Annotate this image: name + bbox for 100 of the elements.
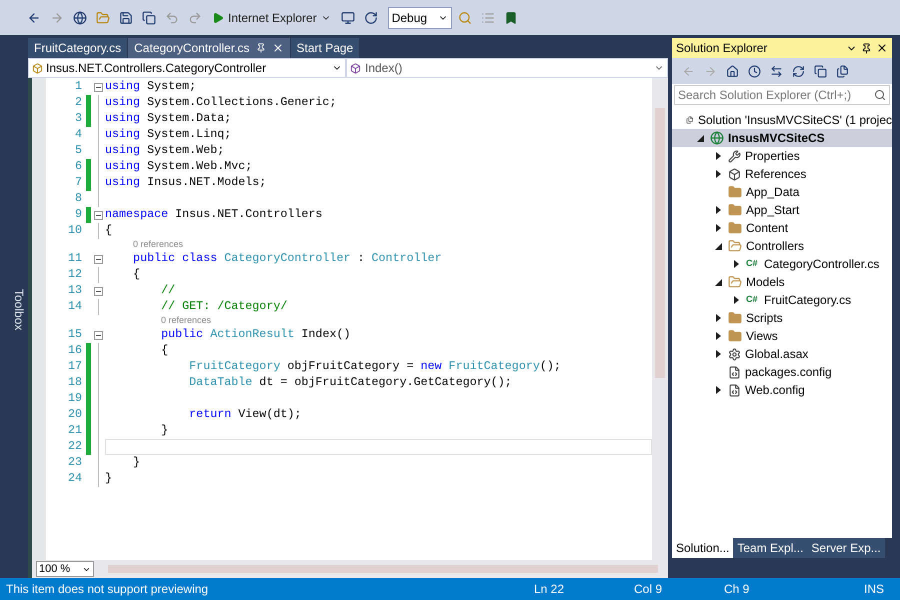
expanded-arrow-icon[interactable] [714,278,722,286]
horizontal-scrollbar[interactable] [108,565,658,573]
vertical-scrollbar[interactable] [652,78,668,560]
line-number: 14 [66,298,83,316]
tree-item[interactable]: InsusMVCSiteCS [672,129,892,147]
line-number: 15 [66,326,83,344]
folder-icon [728,221,742,235]
tree-item[interactable]: App_Data [672,183,892,201]
tree-item[interactable]: Solution 'InsusMVCSiteCS' (1 projec [672,111,892,129]
tree-item[interactable]: Models [672,273,892,291]
tree-item[interactable]: Global.asax [672,345,892,363]
tree-item[interactable]: Scripts [672,309,892,327]
code-line: using System.Linq; [105,126,232,144]
line-indicator: Ln 22 [534,581,566,598]
panel-title: Solution Explorer [676,40,768,57]
collapse-icon[interactable] [94,286,102,296]
collapsed-arrow-icon[interactable] [734,296,738,304]
search-icon[interactable] [874,89,886,101]
folder-icon [728,185,742,199]
type-dropdown[interactable]: Insus.NET.Controllers.CategoryController [29,59,345,77]
collapsed-arrow-icon[interactable] [716,314,720,322]
collapsed-arrow-icon[interactable] [716,152,720,160]
document-tab[interactable]: FruitCategory.cs [28,38,128,58]
config-file-icon [728,366,741,378]
line-number: 21 [66,422,83,440]
collapsed-arrow-icon[interactable] [734,260,738,268]
run-button[interactable]: Internet Explorer [208,8,335,26]
close-icon[interactable] [876,42,888,54]
collapsed-arrow-icon[interactable] [716,350,720,358]
folder-icon [728,275,742,289]
insert-mode-indicator: INS [864,581,886,598]
close-icon[interactable] [272,42,284,54]
folder-icon [728,203,742,217]
file-type-label: C# [746,257,759,270]
char-indicator: Ch 9 [724,581,750,598]
collapse-icon[interactable] [94,210,102,220]
document-tab[interactable]: CategoryController.cs [128,38,290,58]
tree-item[interactable]: C# CategoryController.cs [672,255,892,273]
code-line: { [132,266,140,284]
configuration-dropdown[interactable]: Debug [388,6,452,28]
references-hint[interactable]: 0 references [161,314,212,328]
line-number: 13 [66,282,83,300]
line-number: 17 [66,358,83,376]
config-file-icon [728,384,741,396]
code-line: } [105,470,112,488]
collapsed-arrow-icon[interactable] [716,386,720,394]
line-number: 11 [66,250,83,268]
collapse-icon[interactable] [94,82,102,92]
zoom-dropdown[interactable]: 100 % [36,561,94,577]
line-number: 20 [66,406,83,424]
toolbox-tab[interactable]: Toolbox [0,38,28,578]
pin-icon[interactable] [256,43,266,53]
references-hint[interactable]: 0 references [133,238,184,252]
tree-item[interactable]: App_Start [672,201,892,219]
collapsed-arrow-icon[interactable] [716,170,720,178]
collapse-icon[interactable] [94,330,102,340]
line-number: 8 [74,190,83,208]
code-line: using System.Collections.Generic; [105,94,336,112]
code-line: using System; [105,78,196,96]
status-message: This item does not support previewing [6,581,210,598]
globe-icon [710,131,724,145]
code-line: public ActionResult Index() [160,326,350,344]
line-number: 4 [74,126,83,144]
line-number: 19 [66,390,83,408]
line-number: 9 [74,206,83,224]
column-indicator: Col 9 [634,581,664,598]
collapsed-arrow-icon[interactable] [716,332,720,340]
panel-tab[interactable]: Team Expl... [733,538,808,558]
tree-item[interactable]: Controllers [672,237,892,255]
expanded-arrow-icon[interactable] [714,242,722,250]
gear-file-icon [728,348,741,360]
play-icon [212,12,224,24]
code-line: } [160,422,168,440]
tree-item[interactable]: Web.config [672,381,892,399]
tree-item[interactable]: Content [672,219,892,237]
code-line: // GET: /Category/ [160,298,288,316]
line-number: 7 [74,174,83,192]
panel-tab[interactable]: Solution... [672,538,734,558]
code-line: return View(dt); [188,406,302,424]
pin-icon[interactable] [861,42,872,54]
collapse-icon[interactable] [94,254,102,264]
line-number: 5 [74,142,83,160]
class-icon [32,62,43,74]
file-type-label: C# [746,293,759,306]
code-line: namespace Insus.NET.Controllers [105,206,322,224]
tree-item[interactable]: packages.config [672,363,892,381]
tree-item[interactable]: Views [672,327,892,345]
document-tab[interactable]: Start Page [290,38,360,58]
line-number: 10 [66,222,83,240]
member-dropdown[interactable]: Index() [347,59,667,77]
line-number: 2 [74,94,83,112]
collapsed-arrow-icon[interactable] [716,206,720,214]
tree-item[interactable]: Properties [672,147,892,165]
search-field[interactable]: Search Solution Explorer (Ctrl+;) [674,85,890,105]
expanded-arrow-icon[interactable] [696,134,704,142]
collapsed-arrow-icon[interactable] [716,224,720,232]
tree-item[interactable]: References [672,165,892,183]
panel-tab[interactable]: Server Exp... [807,538,885,558]
code-line: using System.Web; [105,142,224,160]
tree-item[interactable]: C# FruitCategory.cs [672,291,892,309]
